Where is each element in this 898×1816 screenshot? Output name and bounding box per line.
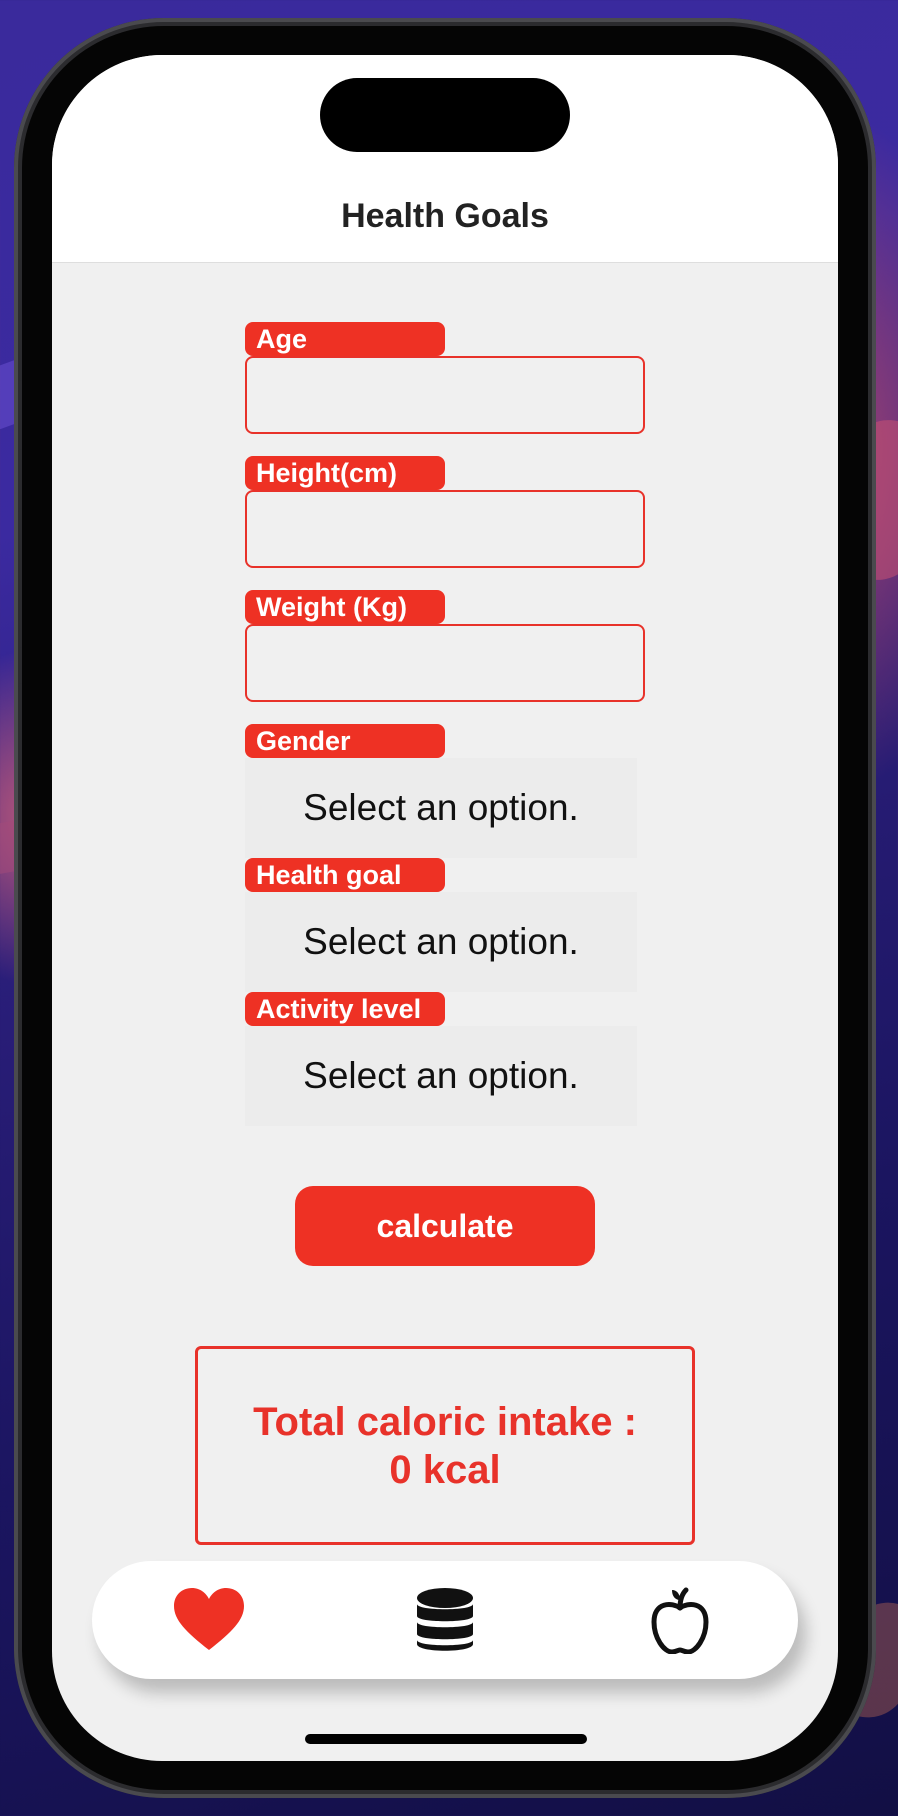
- calculate-button[interactable]: calculate: [295, 1186, 595, 1266]
- tab-bar: [92, 1561, 798, 1679]
- home-indicator: [305, 1734, 587, 1744]
- database-icon: [417, 1588, 473, 1651]
- activity-level-select-value: Select an option.: [303, 1055, 579, 1096]
- result-box: Total caloric intake : 0 kcal: [195, 1346, 695, 1545]
- health-goal-select-value: Select an option.: [303, 921, 579, 962]
- gender-select[interactable]: Select an option.: [245, 758, 637, 858]
- activity-level-label: Activity level: [245, 992, 445, 1026]
- result-title: Total caloric intake :: [253, 1399, 637, 1444]
- app-screen: Health Goals Age Height(cm) Weight (Kg) …: [52, 55, 838, 1761]
- tab-health[interactable]: [129, 1561, 289, 1679]
- heart-icon: [174, 1588, 244, 1650]
- weight-input[interactable]: [245, 624, 645, 702]
- health-goal-label: Health goal: [245, 858, 445, 892]
- page-title: Health Goals: [341, 197, 549, 235]
- activity-level-select[interactable]: Select an option.: [245, 1026, 637, 1126]
- age-input[interactable]: [245, 356, 645, 434]
- apple-icon: [651, 1587, 709, 1654]
- tab-database[interactable]: [365, 1561, 525, 1679]
- height-label: Height(cm): [245, 456, 445, 490]
- age-label: Age: [245, 322, 445, 356]
- gender-label: Gender: [245, 724, 445, 758]
- height-input[interactable]: [245, 490, 645, 568]
- health-goal-select[interactable]: Select an option.: [245, 892, 637, 992]
- tab-nutrition[interactable]: [600, 1561, 760, 1679]
- gender-select-value: Select an option.: [303, 787, 579, 828]
- dynamic-island: [320, 78, 570, 152]
- result-value: 0 kcal: [389, 1447, 501, 1492]
- weight-label: Weight (Kg): [245, 590, 445, 624]
